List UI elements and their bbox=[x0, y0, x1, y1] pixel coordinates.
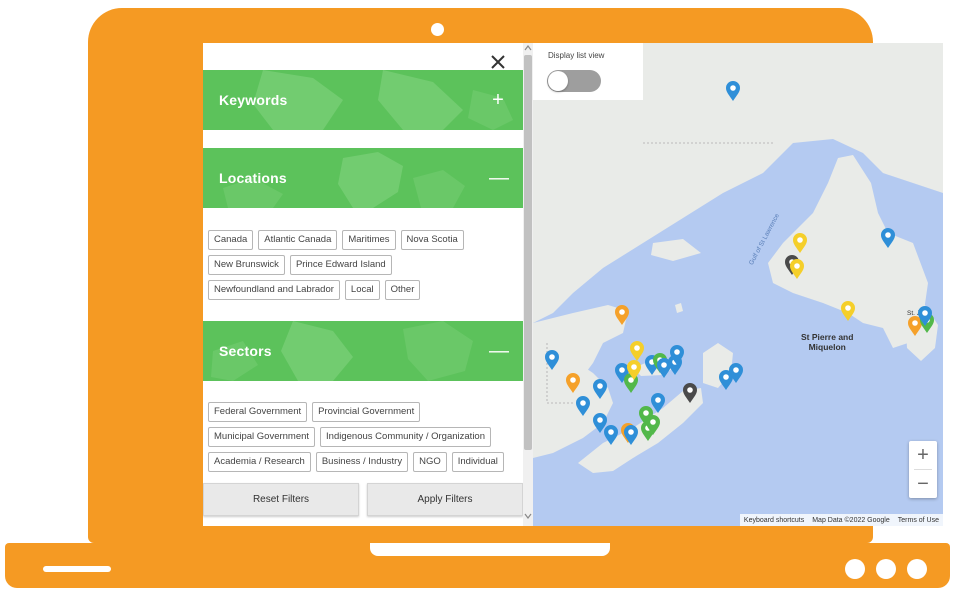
tag-business-industry[interactable]: Business / Industry bbox=[315, 452, 409, 472]
blue-marker[interactable] bbox=[881, 228, 895, 248]
filter-actions: Reset Filters Apply Filters bbox=[203, 483, 523, 516]
camera-dot bbox=[431, 23, 444, 36]
scroll-up-arrow-icon[interactable] bbox=[523, 43, 533, 53]
tag-canada[interactable]: Canada bbox=[208, 230, 254, 250]
blue-marker[interactable] bbox=[726, 81, 740, 101]
toggle-knob bbox=[548, 71, 568, 91]
laptop-lid: Keywords + Locations — Canada Atlantic C… bbox=[88, 8, 943, 543]
map-attribution: Keyboard shortcuts Map Data ©2022 Google… bbox=[739, 514, 943, 526]
tag-ngo[interactable]: NGO bbox=[413, 452, 447, 472]
zoom-in-button[interactable]: + bbox=[909, 441, 937, 469]
yellow-marker[interactable] bbox=[841, 301, 855, 321]
plus-icon: + bbox=[492, 88, 504, 111]
tag-new-brunswick[interactable]: New Brunswick bbox=[208, 255, 285, 275]
locations-title: Locations bbox=[219, 170, 287, 186]
locations-header[interactable]: Locations — bbox=[203, 148, 523, 208]
base-notch bbox=[370, 543, 610, 556]
keywords-header[interactable]: Keywords + bbox=[203, 70, 523, 130]
yellow-marker[interactable] bbox=[793, 233, 807, 253]
tag-indigenous-community[interactable]: Indigenous Community / Organization bbox=[320, 427, 491, 447]
base-dot bbox=[907, 559, 927, 579]
keyboard-shortcuts-link[interactable]: Keyboard shortcuts bbox=[744, 517, 804, 524]
base-slot bbox=[43, 566, 111, 572]
tag-provincial-government[interactable]: Provincial Government bbox=[312, 402, 421, 422]
dark-marker[interactable] bbox=[683, 383, 697, 403]
scroll-down-arrow-icon[interactable] bbox=[523, 511, 533, 521]
terms-of-use-link[interactable]: Terms of Use bbox=[898, 517, 939, 524]
blue-marker[interactable] bbox=[604, 425, 618, 445]
reset-filters-button[interactable]: Reset Filters bbox=[203, 483, 359, 516]
tag-federal-government[interactable]: Federal Government bbox=[208, 402, 308, 422]
list-view-label: Display list view bbox=[548, 51, 605, 60]
map-markers bbox=[545, 81, 934, 445]
tag-individual[interactable]: Individual bbox=[451, 452, 504, 472]
sector-tags: Federal Government Provincial Government… bbox=[208, 402, 518, 472]
yellow-marker[interactable] bbox=[630, 341, 644, 361]
blue-marker[interactable] bbox=[545, 350, 559, 370]
list-view-toggle[interactable] bbox=[547, 70, 601, 92]
tag-prince-edward-island[interactable]: Prince Edward Island bbox=[289, 255, 392, 275]
blue-marker[interactable] bbox=[651, 393, 665, 413]
base-dot bbox=[845, 559, 865, 579]
yellow-marker[interactable] bbox=[790, 259, 804, 279]
filter-panel: Keywords + Locations — Canada Atlantic C… bbox=[203, 43, 523, 526]
blue-marker[interactable] bbox=[576, 396, 590, 416]
tag-local[interactable]: Local bbox=[344, 280, 380, 300]
laptop-base bbox=[5, 543, 950, 588]
screen: Keywords + Locations — Canada Atlantic C… bbox=[203, 43, 943, 526]
close-icon bbox=[491, 55, 505, 69]
tag-maritimes[interactable]: Maritimes bbox=[342, 230, 396, 250]
scrollbar-thumb[interactable] bbox=[524, 55, 532, 450]
orange-marker[interactable] bbox=[615, 305, 629, 325]
minus-icon: — bbox=[489, 166, 509, 189]
sectors-header[interactable]: Sectors — bbox=[203, 321, 523, 381]
zoom-out-button[interactable]: − bbox=[909, 470, 937, 498]
tag-academia-research[interactable]: Academia / Research bbox=[208, 452, 311, 472]
minus-icon: — bbox=[489, 339, 509, 362]
base-dot bbox=[876, 559, 896, 579]
list-view-control: Display list view bbox=[533, 43, 643, 100]
blue-marker[interactable] bbox=[624, 425, 638, 445]
tag-newfoundland-and-labrador[interactable]: Newfoundland and Labrador bbox=[208, 280, 340, 300]
keywords-title: Keywords bbox=[219, 92, 288, 108]
orange-marker[interactable] bbox=[566, 373, 580, 393]
apply-filters-button[interactable]: Apply Filters bbox=[367, 483, 523, 516]
zoom-control: + − bbox=[909, 441, 937, 498]
tag-municipal-government[interactable]: Municipal Government bbox=[208, 427, 316, 447]
tag-other[interactable]: Other bbox=[384, 280, 421, 300]
tag-atlantic-canada[interactable]: Atlantic Canada bbox=[258, 230, 338, 250]
map-view[interactable]: Gulf of St Lawrence St Pierre and Miquel… bbox=[533, 43, 943, 526]
location-tags: Canada Atlantic Canada Maritimes Nova Sc… bbox=[208, 230, 518, 300]
orange-marker[interactable] bbox=[908, 316, 922, 336]
tag-nova-scotia[interactable]: Nova Scotia bbox=[400, 230, 464, 250]
map-data-text: Map Data ©2022 Google bbox=[812, 516, 890, 524]
blue-marker[interactable] bbox=[593, 379, 607, 399]
sectors-title: Sectors bbox=[219, 343, 272, 359]
